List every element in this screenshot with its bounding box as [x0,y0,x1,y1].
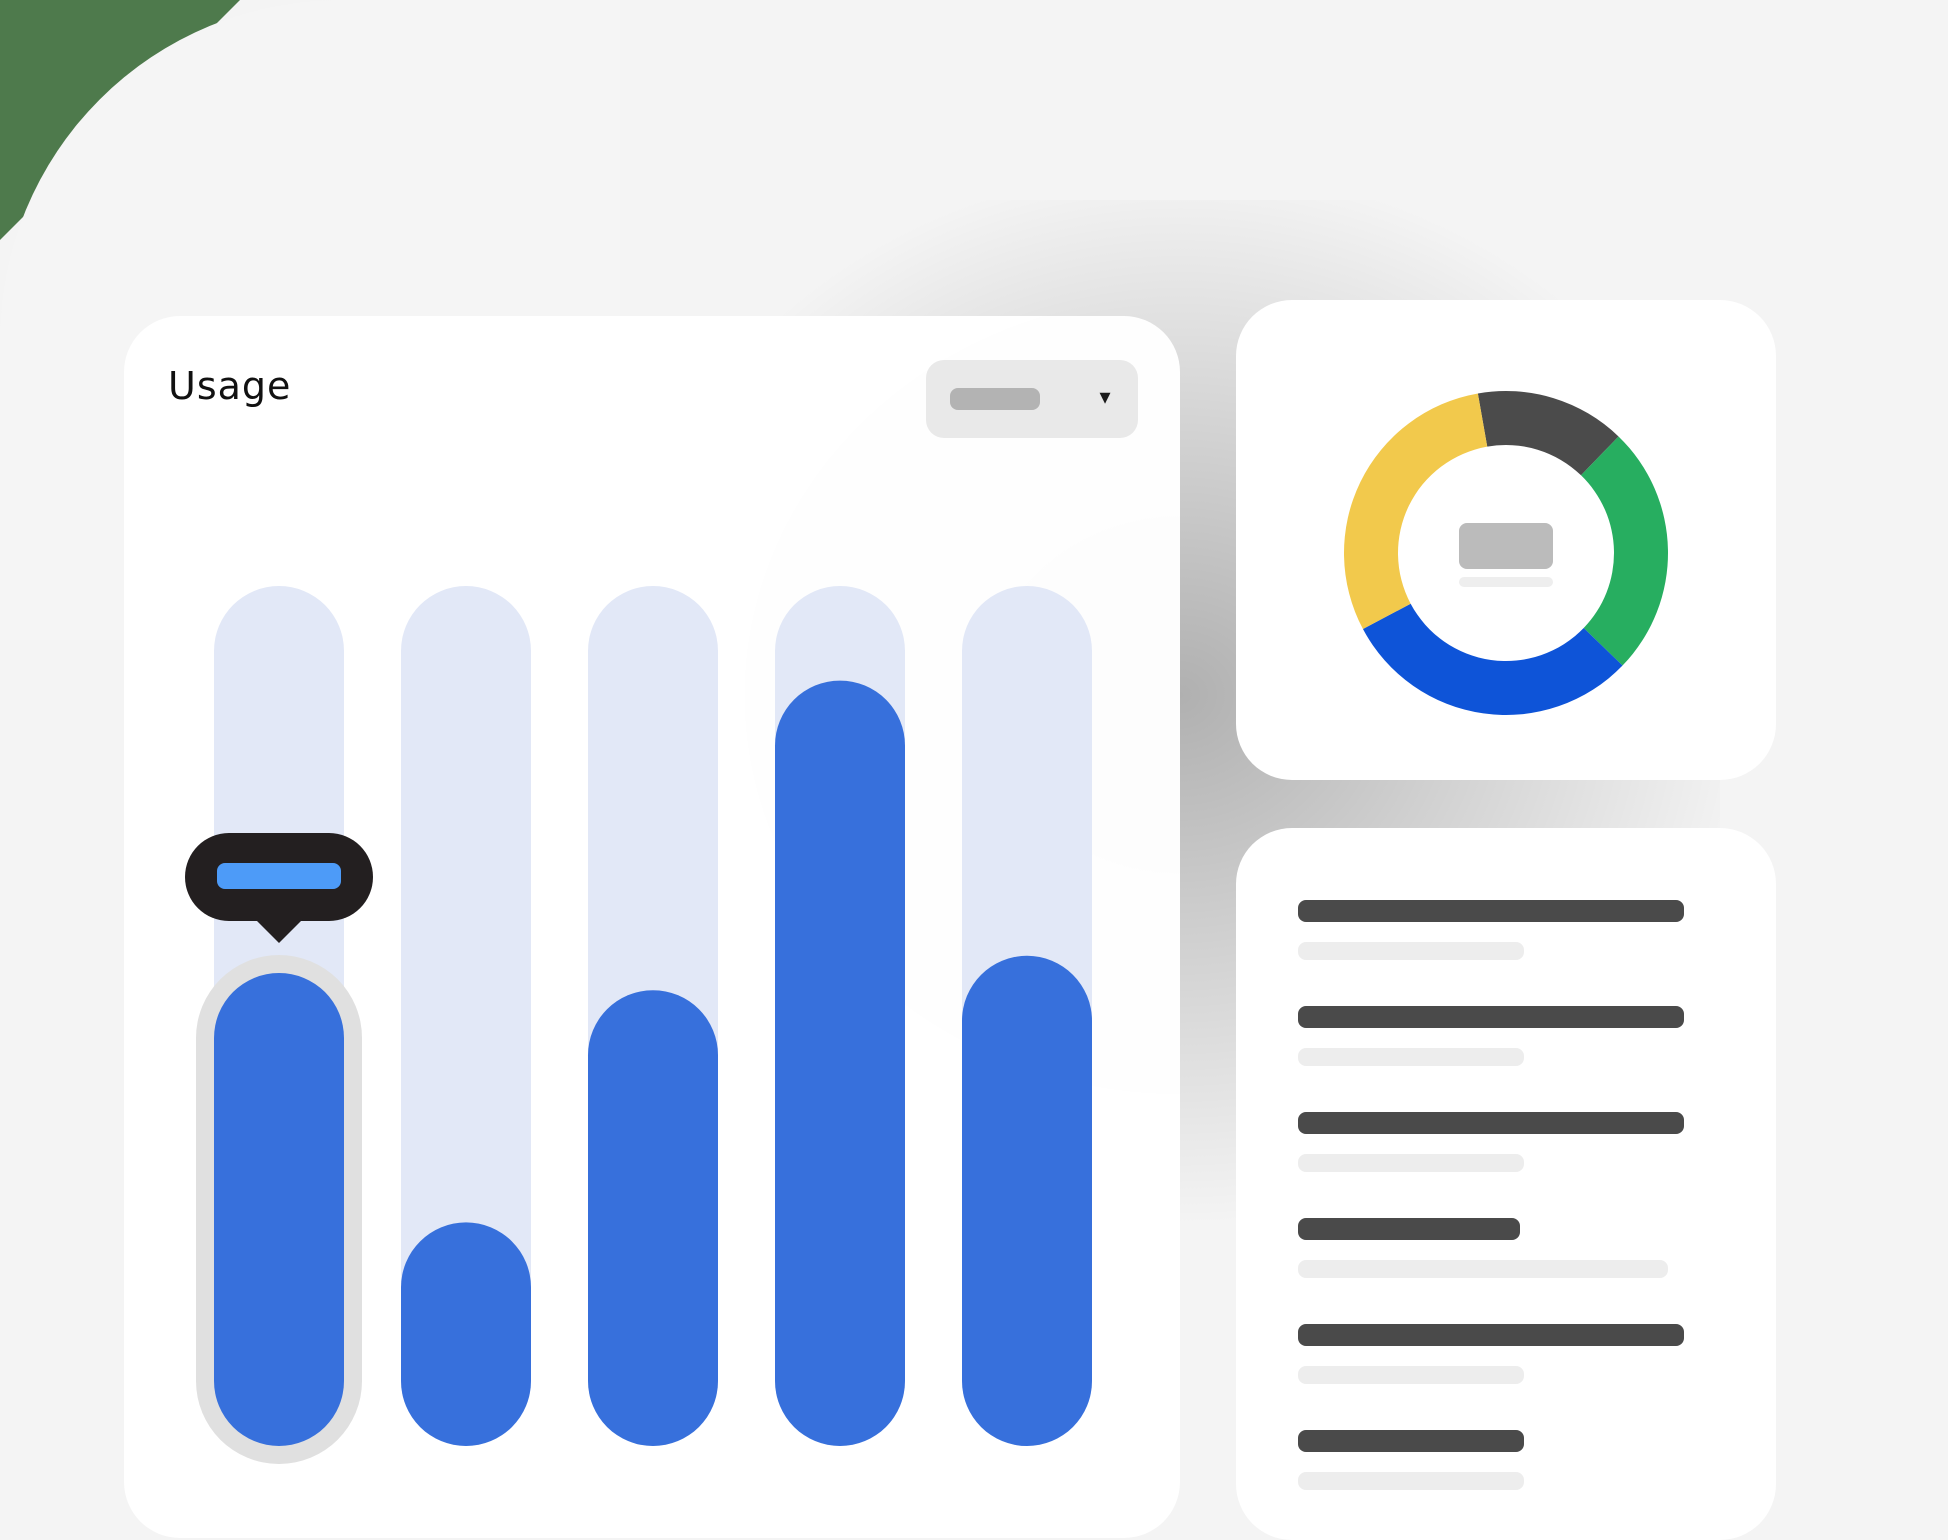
bar [962,955,1092,1446]
donut-card [1236,300,1776,780]
list-item-title [1298,1430,1524,1452]
donut-chart [1344,391,1668,715]
usage-card: Usage ▾ [124,316,1180,1538]
list-item-title [1298,1006,1684,1028]
usage-bar-chart [185,586,1092,1464]
bar-tooltip [185,833,373,943]
donut-center-value-placeholder [1459,523,1553,569]
donut-slice [1362,603,1623,715]
list-item-title [1298,1112,1684,1134]
bar [214,973,344,1446]
list-item-subtitle [1298,1366,1524,1384]
list-item-subtitle [1298,1260,1668,1278]
list-item-title [1298,1324,1684,1346]
list-card [1236,828,1776,1540]
list-item-subtitle [1298,1154,1524,1172]
donut-slice [1344,393,1488,630]
bar [588,990,718,1446]
bar [401,1222,531,1446]
bar [775,680,905,1446]
list-item-subtitle [1298,1472,1524,1490]
list-item-title [1298,900,1684,922]
donut-slice [1581,436,1668,666]
donut-center-label-placeholder [1459,577,1553,587]
list-item-title [1298,1218,1520,1240]
tooltip-value-placeholder [217,863,341,889]
list-item-subtitle [1298,942,1524,960]
list-item-subtitle [1298,1048,1524,1066]
